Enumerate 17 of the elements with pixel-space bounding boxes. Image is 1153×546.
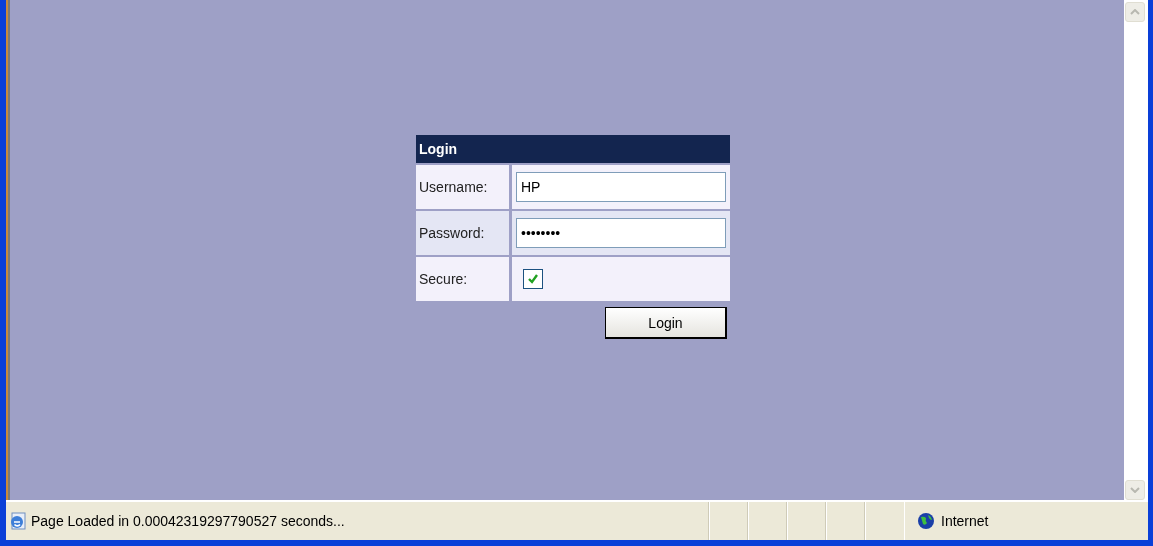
field-label: Username: bbox=[416, 165, 509, 209]
text-field[interactable]: •••••••• bbox=[516, 218, 726, 248]
globe-icon bbox=[917, 512, 935, 530]
login-button[interactable]: Login bbox=[605, 307, 727, 339]
caret-down-icon bbox=[1130, 487, 1140, 493]
scroll-down-button[interactable] bbox=[1125, 480, 1145, 500]
checkbox[interactable] bbox=[523, 269, 543, 289]
security-zone: Internet bbox=[941, 513, 989, 529]
field-label: Secure: bbox=[416, 257, 509, 301]
status-message: Page Loaded in 0.00042319297790527 seconds... bbox=[31, 513, 345, 529]
text-field[interactable]: HP bbox=[516, 172, 726, 202]
caret-up-icon bbox=[1130, 9, 1140, 15]
field-label: Password: bbox=[416, 211, 509, 255]
page-icon bbox=[9, 512, 27, 530]
form-title: Login bbox=[416, 135, 730, 163]
scroll-up-button[interactable] bbox=[1125, 2, 1145, 22]
check-icon bbox=[527, 273, 539, 285]
